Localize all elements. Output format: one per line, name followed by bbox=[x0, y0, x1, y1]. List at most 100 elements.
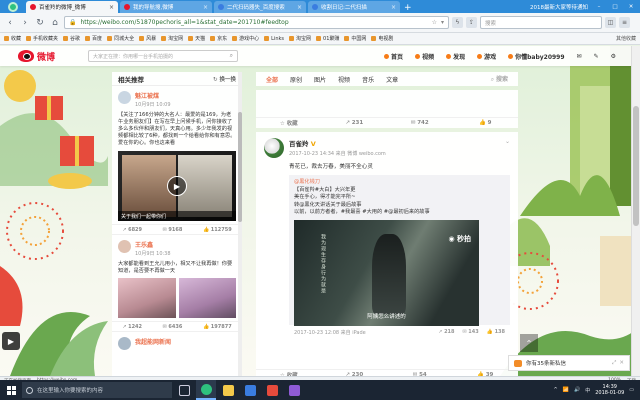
bookmark-item[interactable]: Links bbox=[264, 36, 284, 42]
bookmark-item[interactable]: 手机收藏夹 bbox=[26, 35, 58, 42]
taskbar-explorer-icon[interactable] bbox=[218, 380, 238, 400]
post-author[interactable]: 百雀羚 V bbox=[289, 138, 386, 148]
start-button[interactable] bbox=[2, 380, 20, 400]
taskbar-search-input[interactable]: 在这里输入你要搜索的内容 bbox=[22, 382, 172, 398]
mail-icon[interactable]: ✉ bbox=[577, 53, 582, 60]
bookmark-item[interactable]: 游戏中心 bbox=[232, 35, 259, 42]
forward-icon[interactable]: › bbox=[19, 17, 31, 29]
bookmark-item[interactable]: 百度 bbox=[85, 35, 102, 42]
comment-button[interactable]: ✉ 742 bbox=[387, 120, 453, 126]
repost-video[interactable]: 我为现生存身行为就是 ◉ 秒拍 阿姨怎么讲述的 bbox=[294, 219, 479, 326]
tab-baidu[interactable]: 二代扫码器失_百度搜索 × bbox=[214, 1, 306, 13]
tab-video[interactable]: 视频 bbox=[338, 75, 350, 84]
avatar[interactable] bbox=[264, 138, 284, 158]
close-tab-icon[interactable]: × bbox=[109, 4, 114, 11]
taskbar-app-icon[interactable] bbox=[262, 380, 282, 400]
tab-images[interactable]: 图片 bbox=[314, 75, 326, 84]
network-icon[interactable]: 📶 bbox=[563, 387, 569, 393]
private-message-bar[interactable]: 你有35条新私信 ⤢ ✕ bbox=[508, 355, 630, 371]
close-tab-icon[interactable]: × bbox=[391, 4, 396, 11]
lightning-icon[interactable]: ϟ bbox=[452, 17, 463, 28]
weibo-search-input[interactable]: 大家正在搜：你用哪一台手机拍摄的 ⌕ bbox=[88, 50, 238, 62]
favorite-button[interactable]: ☆ 收藏 bbox=[256, 119, 322, 127]
maximize-icon[interactable]: □ bbox=[610, 4, 620, 10]
minimize-icon[interactable]: – bbox=[594, 4, 604, 10]
close-tab-icon[interactable]: × bbox=[203, 4, 208, 11]
extension-icon[interactable]: ◫ bbox=[605, 17, 616, 28]
new-tab-button[interactable]: + bbox=[404, 3, 414, 13]
browser-search-input[interactable]: 搜索 bbox=[480, 16, 602, 29]
nav-game[interactable]: 游戏 bbox=[477, 52, 496, 61]
nav-home[interactable]: 首页 bbox=[384, 52, 403, 61]
comment-count[interactable]: ✉ 9168 bbox=[163, 227, 183, 233]
bookmark-item[interactable]: 电视剧 bbox=[371, 35, 393, 42]
post-image[interactable] bbox=[118, 278, 176, 318]
task-view-icon[interactable] bbox=[174, 380, 194, 400]
star-icon[interactable]: ☆ bbox=[432, 19, 437, 26]
settings-icon[interactable]: ⚙ bbox=[611, 53, 616, 60]
browser-logo-icon[interactable] bbox=[0, 0, 26, 13]
dropdown-icon[interactable]: ▾ bbox=[441, 19, 444, 26]
notification-icon[interactable]: ▭ bbox=[629, 387, 634, 393]
page-scrollbar[interactable] bbox=[631, 46, 640, 376]
weibo-logo[interactable]: 微博 bbox=[18, 50, 88, 63]
url-field[interactable]: 🔒 https://weibo.com/51870pechoris_all=1&… bbox=[64, 16, 449, 29]
avatar[interactable] bbox=[118, 240, 131, 253]
repost-time[interactable]: 2017-10-23 12:08 来自 iPade bbox=[294, 329, 366, 336]
close-window-icon[interactable]: ✕ bbox=[626, 4, 636, 10]
other-bookmarks[interactable]: 其他收藏 bbox=[616, 35, 636, 42]
tab-all[interactable]: 全部 bbox=[266, 75, 278, 84]
clock[interactable]: 14:39 2018-01-09 bbox=[595, 384, 624, 397]
tab-articles[interactable]: 文章 bbox=[386, 75, 398, 84]
post-author[interactable]: 魅江被煤 bbox=[135, 91, 171, 100]
scroll-thumb[interactable] bbox=[633, 106, 639, 226]
post-author[interactable]: 王乐鑫 bbox=[135, 240, 171, 249]
like-count[interactable]: 👍 138 bbox=[487, 329, 505, 336]
post-image[interactable] bbox=[178, 278, 236, 318]
ime-indicator[interactable]: 中 bbox=[585, 387, 590, 394]
post-time[interactable]: 10月9日 10:38 bbox=[135, 250, 171, 257]
bookmark-item[interactable]: 淘宝网 bbox=[289, 35, 311, 42]
url-text[interactable]: https://weibo.com/51870pechoris_all=1&st… bbox=[80, 19, 288, 26]
feed-search-button[interactable]: ⌕ 搜索 bbox=[491, 74, 508, 84]
bookmark-item[interactable]: 京东 bbox=[210, 35, 227, 42]
avatar[interactable] bbox=[118, 91, 131, 104]
bookmark-item[interactable]: 谷歌 bbox=[63, 35, 80, 42]
play-icon[interactable]: ▶ bbox=[167, 176, 187, 196]
tab-original[interactable]: 原创 bbox=[290, 75, 302, 84]
edit-icon[interactable]: ✎ bbox=[594, 53, 599, 60]
tray-expand-icon[interactable]: ^ bbox=[554, 387, 558, 393]
like-count[interactable]: 👍 112759 bbox=[203, 227, 232, 233]
repost-count[interactable]: ↗ 1242 bbox=[122, 324, 142, 330]
nav-video[interactable]: 视频 bbox=[415, 52, 434, 61]
share-icon[interactable]: ⇪ bbox=[466, 17, 477, 28]
expand-icon[interactable]: ⤢ bbox=[612, 360, 616, 367]
comment-count[interactable]: ✉ 143 bbox=[463, 329, 479, 336]
post-time[interactable]: 10月9日 10:09 bbox=[135, 101, 171, 108]
back-icon[interactable]: ‹ bbox=[4, 17, 16, 29]
like-count[interactable]: 👍 197877 bbox=[203, 324, 232, 330]
chevron-down-icon[interactable]: ⌄ bbox=[505, 138, 510, 158]
home-icon[interactable]: ⌂ bbox=[49, 17, 61, 29]
post-images[interactable] bbox=[112, 275, 242, 321]
tab-weibo[interactable]: 百雀羚的微博_微博 × bbox=[26, 1, 118, 13]
bookmark-item[interactable]: 风暴 bbox=[139, 35, 156, 42]
news-ticker[interactable]: 2018最新大家等待通知 bbox=[530, 3, 588, 11]
close-tab-icon[interactable]: × bbox=[297, 4, 302, 11]
taskbar-browser-icon[interactable] bbox=[196, 380, 216, 400]
post-time[interactable]: 2017-10-23 14:34 来自 微博 weibo.com bbox=[289, 150, 386, 157]
nav-user[interactable]: 你懂baby20999 bbox=[508, 52, 565, 61]
repost-count[interactable]: ↗ 218 bbox=[438, 329, 454, 336]
reload-icon[interactable]: ↻ bbox=[34, 17, 46, 29]
bookmark-item[interactable]: 天猫 bbox=[188, 35, 205, 42]
refresh-button[interactable]: ↻ 换一换 bbox=[213, 75, 236, 83]
avatar[interactable] bbox=[118, 337, 131, 350]
floating-play-button[interactable]: ▶ bbox=[2, 332, 20, 350]
repost-count[interactable]: ↗ 6829 bbox=[122, 227, 142, 233]
repost-button[interactable]: ↗ 231 bbox=[322, 120, 388, 126]
comment-count[interactable]: ✉ 6436 bbox=[163, 324, 183, 330]
close-icon[interactable]: ✕ bbox=[619, 360, 624, 367]
bookmark-item[interactable]: 01聚赚 bbox=[316, 35, 339, 42]
scrollbar[interactable] bbox=[238, 72, 242, 376]
bookmark-item[interactable]: 收藏 bbox=[4, 35, 21, 42]
